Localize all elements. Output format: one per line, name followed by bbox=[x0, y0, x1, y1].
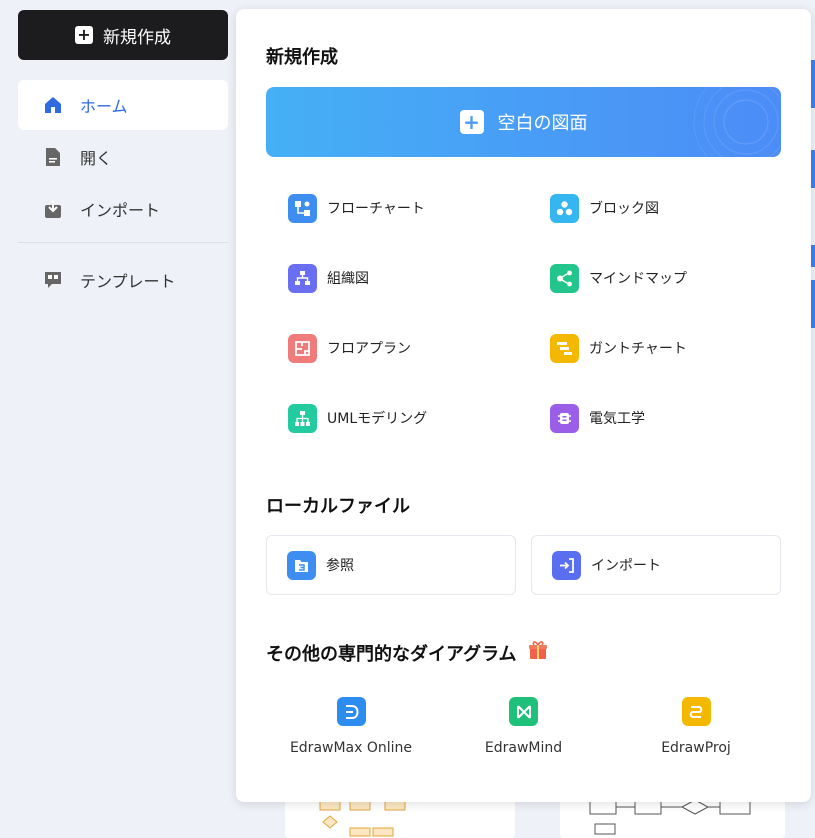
type-label: 組織図 bbox=[327, 271, 369, 287]
diagram-types: フローチャート ブロック図 組織図 マインドマップ フロアプラン ガントチャート… bbox=[266, 173, 781, 453]
sidebar-divider bbox=[18, 242, 228, 243]
flowchart-icon bbox=[288, 193, 317, 223]
type-label: フローチャート bbox=[327, 201, 425, 217]
browse-label: 参照 bbox=[326, 558, 354, 574]
other-apps: EdrawMax Online EdrawMind EdrawProj bbox=[266, 697, 781, 756]
sidebar-item-label: 開く bbox=[80, 149, 113, 168]
sidebar-item-open[interactable]: 開く bbox=[18, 132, 228, 182]
type-label: ブロック図 bbox=[589, 201, 659, 217]
new-create-panel: 新規作成 + 空白の図面 フローチャート ブロック図 組織図 マインドマップ フ… bbox=[236, 9, 811, 802]
type-flowchart[interactable]: フローチャート bbox=[266, 173, 528, 243]
gift-icon bbox=[527, 639, 549, 666]
app-edrawmind[interactable]: EdrawMind bbox=[439, 697, 609, 756]
type-label: フロアプラン bbox=[327, 341, 411, 357]
type-label: UMLモデリング bbox=[327, 411, 428, 427]
sidebar-item-home[interactable]: ホーム bbox=[18, 80, 228, 130]
edrawmax-icon bbox=[336, 697, 366, 726]
app-label: EdrawMax Online bbox=[289, 740, 413, 756]
other-diagrams-title: その他の専門的なダイアグラム bbox=[266, 643, 517, 665]
type-label: 電気工学 bbox=[589, 411, 645, 427]
browse-icon bbox=[287, 550, 316, 580]
local-files: 参照 インポート bbox=[266, 535, 781, 595]
block-diagram-icon bbox=[550, 193, 579, 223]
type-block-diagram[interactable]: ブロック図 bbox=[528, 173, 781, 243]
type-uml[interactable]: UMLモデリング bbox=[266, 383, 528, 453]
mindmap-icon bbox=[550, 263, 579, 293]
uml-icon bbox=[288, 403, 317, 433]
type-mindmap[interactable]: マインドマップ bbox=[528, 243, 781, 313]
app-label: EdrawProj bbox=[661, 740, 731, 756]
type-electrical[interactable]: 電気工学 bbox=[528, 383, 781, 453]
import-file-button[interactable]: インポート bbox=[531, 535, 781, 595]
sidebar-item-label: ホーム bbox=[80, 97, 128, 116]
new-create-title: 新規作成 bbox=[266, 47, 338, 68]
new-create-button[interactable]: + 新規作成 bbox=[18, 10, 228, 60]
edrawmind-icon bbox=[509, 697, 538, 726]
home-icon bbox=[42, 94, 64, 116]
browse-button[interactable]: 参照 bbox=[266, 535, 516, 595]
blank-drawing-label: 空白の図面 bbox=[497, 113, 588, 134]
import-icon bbox=[42, 198, 64, 220]
sidebar-item-import[interactable]: インポート bbox=[18, 184, 228, 234]
electrical-icon bbox=[550, 403, 579, 433]
import-icon bbox=[552, 550, 581, 580]
app-edrawmax-online[interactable]: EdrawMax Online bbox=[266, 697, 436, 756]
new-create-label: 新規作成 bbox=[103, 27, 171, 48]
type-label: ガントチャート bbox=[589, 341, 687, 357]
type-label: マインドマップ bbox=[589, 271, 687, 287]
local-files-title: ローカルファイル bbox=[266, 496, 410, 517]
template-icon bbox=[42, 269, 64, 291]
app-label: EdrawMind bbox=[484, 740, 563, 756]
edrawproj-icon bbox=[681, 697, 711, 726]
plus-icon: + bbox=[75, 26, 93, 44]
app-edrawproj[interactable]: EdrawProj bbox=[611, 697, 781, 756]
file-icon bbox=[42, 146, 64, 168]
sidebar-nav: ホーム 開く インポート テンプレート bbox=[18, 80, 228, 307]
sidebar-item-templates[interactable]: テンプレート bbox=[18, 255, 228, 305]
other-diagrams-header: その他の専門的なダイアグラム bbox=[266, 639, 549, 666]
org-chart-icon bbox=[288, 263, 317, 293]
plus-icon: + bbox=[459, 110, 484, 134]
import-label: インポート bbox=[591, 558, 661, 574]
type-org-chart[interactable]: 組織図 bbox=[266, 243, 528, 313]
floor-plan-icon bbox=[288, 333, 317, 363]
sidebar-item-label: テンプレート bbox=[80, 272, 176, 291]
sidebar-item-label: インポート bbox=[80, 201, 161, 220]
type-gantt[interactable]: ガントチャート bbox=[528, 313, 781, 383]
type-floor-plan[interactable]: フロアプラン bbox=[266, 313, 528, 383]
blank-drawing-button[interactable]: + 空白の図面 bbox=[266, 87, 781, 157]
gantt-icon bbox=[550, 333, 579, 363]
